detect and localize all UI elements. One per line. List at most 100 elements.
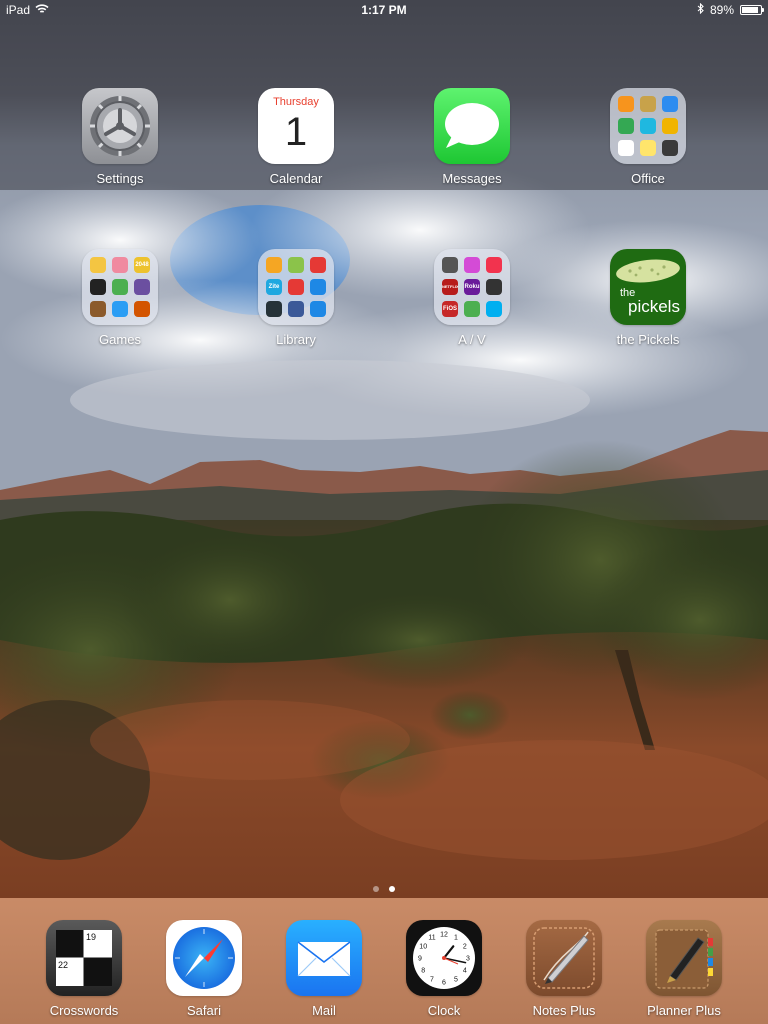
battery-icon — [740, 5, 764, 15]
folder-label: Office — [631, 171, 665, 186]
clock-numeral: 7 — [430, 976, 434, 983]
app-label: Calendar — [269, 171, 323, 186]
folder-app-icon — [310, 301, 326, 317]
folder-app-icon — [90, 257, 106, 273]
folder-app-icon — [640, 118, 656, 134]
folder-app-icon — [486, 257, 502, 273]
folder-app-icon — [618, 96, 634, 112]
folder-app-icon — [112, 257, 128, 273]
folder-app-icon — [134, 279, 150, 295]
app-label: Messages — [442, 171, 502, 186]
app-the-pickels[interactable]: the pickels the Pickels — [588, 249, 708, 348]
app-safari[interactable]: Safari — [144, 920, 264, 1019]
app-calendar[interactable]: Thursday 1 Calendar — [236, 88, 356, 187]
folder-app-icon — [266, 301, 282, 317]
folder-label: Library — [276, 332, 316, 347]
calendar-day-name: Thursday — [273, 96, 319, 108]
folder-label: A / V — [458, 332, 486, 347]
folder-app-icon: NETFLIX — [442, 279, 458, 295]
folder-office[interactable]: Office — [588, 88, 708, 187]
folder-app-icon — [288, 279, 304, 295]
folder-app-icon — [90, 301, 106, 317]
clock-numeral: 10 — [419, 944, 427, 951]
app-label: Notes Plus — [532, 1003, 596, 1018]
app-notes-plus[interactable]: Notes Plus — [504, 920, 624, 1019]
folder-app-icon: Zite — [266, 279, 282, 295]
app-clock[interactable]: 1 2 3 4 5 6 7 8 9 10 11 12 Clock — [384, 920, 504, 1019]
folder-app-icon — [464, 301, 480, 317]
app-label: Crosswords — [49, 1003, 119, 1018]
folder-app-icon — [310, 279, 326, 295]
mail-envelope-icon — [286, 920, 362, 996]
notes-plus-pen-icon — [526, 920, 602, 996]
pickels-logo-text-pickels: pickels — [628, 297, 680, 316]
folder-app-icon — [134, 301, 150, 317]
clock-icon: 1 2 3 4 5 6 7 8 9 10 11 12 — [406, 920, 482, 996]
folder-app-icon — [112, 301, 128, 317]
clock-numeral: 3 — [466, 956, 470, 963]
folder-app-icon: Roku — [464, 279, 480, 295]
clock-numeral: 9 — [418, 956, 422, 963]
clock-numeral: 11 — [428, 935, 435, 942]
folder-icon: Zite — [258, 249, 334, 325]
folder-app-icon — [486, 279, 502, 295]
app-crosswords[interactable]: 19 22 Crosswords — [24, 920, 144, 1019]
folder-app-icon — [464, 257, 480, 273]
pickle-icon: the pickels — [610, 249, 686, 325]
status-bar: iPad 1:17 PM 89% — [0, 0, 768, 20]
app-label: Settings — [96, 171, 144, 186]
folder-app-icon — [640, 140, 656, 156]
app-label: Planner Plus — [647, 1003, 721, 1018]
folder-label: Games — [99, 332, 141, 347]
folder-app-icon — [288, 257, 304, 273]
calendar-day-number: 1 — [284, 110, 308, 154]
folder-app-icon — [662, 96, 678, 112]
crossword-clue-19: 19 — [86, 932, 97, 942]
calendar-icon: Thursday 1 — [258, 88, 334, 164]
messages-bubble-icon — [434, 88, 510, 164]
folder-games[interactable]: 2048 Games — [60, 249, 180, 348]
page-dot-2[interactable] — [389, 886, 395, 892]
crossword-clue-22: 22 — [58, 960, 69, 970]
folder-app-icon — [662, 140, 678, 156]
page-indicator[interactable] — [0, 886, 768, 892]
app-label: Clock — [427, 1003, 461, 1018]
folder-app-icon — [310, 257, 326, 273]
app-settings[interactable]: Settings — [60, 88, 180, 187]
folder-app-icon — [618, 140, 634, 156]
clock-numeral: 2 — [463, 944, 467, 951]
clock-numeral: 5 — [454, 976, 458, 983]
app-label: the Pickels — [616, 332, 680, 347]
safari-compass-icon — [166, 920, 242, 996]
folder-icon: 2048 — [82, 249, 158, 325]
folder-library[interactable]: Zite Library — [236, 249, 356, 348]
dock: 19 22 Crosswords Safari Mail 1 2 3 4 5 6… — [0, 898, 768, 1024]
clock-numeral: 6 — [442, 980, 446, 987]
page-dot-1[interactable] — [373, 886, 379, 892]
folder-av[interactable]: NETFLIX Roku FiOS A / V — [412, 249, 532, 348]
clock-numeral: 4 — [463, 968, 467, 975]
folder-app-icon — [112, 279, 128, 295]
crossword-grid-icon: 19 22 — [46, 920, 122, 996]
folder-app-icon — [90, 279, 106, 295]
battery-percent: 89% — [709, 3, 734, 17]
folder-app-icon — [288, 301, 304, 317]
app-planner-plus[interactable]: Planner Plus — [624, 920, 744, 1019]
folder-app-icon — [662, 118, 678, 134]
folder-app-icon — [442, 257, 458, 273]
planner-plus-pen-icon — [646, 920, 722, 996]
app-label: Safari — [187, 1003, 221, 1018]
folder-app-icon — [640, 96, 656, 112]
app-mail[interactable]: Mail — [264, 920, 384, 1019]
app-messages[interactable]: Messages — [412, 88, 532, 187]
folder-app-icon — [266, 257, 282, 273]
folder-icon — [610, 88, 686, 164]
folder-app-icon: FiOS — [442, 301, 458, 317]
clock-numeral: 1 — [454, 935, 458, 942]
clock-numeral: 12 — [440, 932, 448, 939]
clock-numeral: 8 — [421, 968, 425, 975]
folder-app-icon — [618, 118, 634, 134]
folder-icon: NETFLIX Roku FiOS — [434, 249, 510, 325]
folder-app-icon: 2048 — [134, 257, 150, 273]
settings-gear-icon — [82, 88, 158, 164]
